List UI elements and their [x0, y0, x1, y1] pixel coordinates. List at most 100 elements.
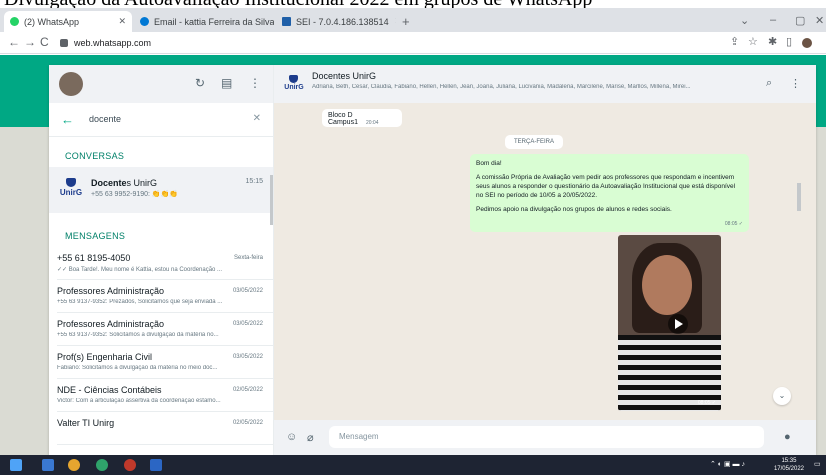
message-input[interactable]: Mensagem — [329, 426, 764, 448]
incoming-message: Bloco D Campus1 20:04 — [322, 109, 402, 127]
outlook-icon — [140, 17, 149, 26]
taskbar-clock[interactable]: 15:35 17/05/2022 — [774, 457, 804, 473]
message-preview: Victor: Com a articulação assertiva da c… — [57, 398, 221, 404]
message-preview: +55 63 9137-9352: Solicitamos a divulgaç… — [57, 332, 219, 338]
tab-email[interactable]: Email - kattia Ferreira da Silva - ... ✕ — [134, 11, 274, 32]
message-chat-name: Professores Administração — [57, 286, 165, 296]
chat-header[interactable]: UnirG Docentes UnirG Adriana, Beth, Cesa… — [274, 65, 816, 103]
edge-icon[interactable] — [96, 459, 108, 471]
message-time: 03/05/2022 — [232, 288, 263, 294]
lock-icon — [60, 39, 68, 47]
group-logo: UnirG — [284, 73, 304, 95]
figure-caption: Divulgação da Autoavaliação Instituciona… — [0, 0, 826, 8]
forward-arrow-icon[interactable]: → — [24, 35, 36, 49]
microphone-icon[interactable]: ● — [784, 431, 791, 443]
day-separator: TERÇA-FEIRA — [505, 135, 563, 149]
menu-dots-icon[interactable]: ⋮ — [790, 77, 801, 90]
group-logo: UnirG — [59, 178, 83, 200]
clock-time: 15:35 — [781, 458, 797, 464]
conversation-docentes-unirg[interactable]: UnirG Docentes UnirG 15:15 +55 63 9952-9… — [49, 167, 273, 213]
message-time: 03/05/2022 — [232, 354, 263, 360]
taskview-icon[interactable] — [42, 459, 54, 471]
tab-sei[interactable]: SEI - 7.0.4.186.138514 ✕ — [276, 11, 396, 32]
section-conversas: CONVERSAS — [65, 151, 125, 161]
message-time: Sexta-feira — [233, 255, 263, 261]
star-icon[interactable]: ☆ — [748, 35, 758, 48]
windows-taskbar: ⌃ ◐ ▣ ▬ ♪ 15:35 17/05/2022 ▭ — [0, 455, 826, 475]
close-window-button[interactable]: ✕ — [815, 14, 824, 27]
whatsapp-background: ↻ ▤ ⋮ ← docente ✕ CONVERSAS UnirG Docent… — [0, 55, 826, 455]
message-time: 20:04 — [365, 120, 379, 126]
sidebar-scrollbar[interactable] — [270, 175, 273, 225]
list-item[interactable]: NDE - Ciências Contábeis 02/05/2022 Vict… — [57, 379, 273, 412]
url-field[interactable]: web.whatsapp.com — [60, 35, 720, 51]
url-text: web.whatsapp.com — [74, 38, 152, 48]
clear-search-icon[interactable]: ✕ — [253, 113, 261, 124]
app-icon[interactable] — [124, 459, 136, 471]
close-tab-icon[interactable]: ✕ — [389, 16, 396, 27]
windows-start-icon[interactable] — [10, 459, 22, 471]
whatsapp-app: ↻ ▤ ⋮ ← docente ✕ CONVERSAS UnirG Docent… — [49, 65, 816, 455]
message-chat-name: +55 61 8195-4050 — [57, 253, 131, 263]
message-preview: ✓✓ Boa Tarde!. Meu nome é Kattia, estou … — [57, 267, 223, 273]
list-item[interactable]: Prof(s) Engenharia Civil 03/05/2022 Fabi… — [57, 346, 273, 379]
notification-icon[interactable]: ▭ — [814, 460, 821, 468]
tray-icons[interactable]: ⌃ ◐ ▣ ▬ ♪ — [710, 460, 745, 468]
share-icon[interactable]: ⇪ — [730, 35, 739, 48]
chevron-down-icon[interactable]: ⌄ — [740, 14, 749, 27]
reload-icon[interactable]: C — [40, 35, 49, 49]
message-chat-name: Professores Administração — [57, 319, 165, 329]
section-mensagens: MENSAGENS — [65, 231, 126, 241]
emoji-icon[interactable]: ☺ — [286, 431, 297, 443]
video-message[interactable]: 08:05 ✓ — [618, 235, 721, 411]
play-icon[interactable] — [668, 314, 688, 334]
message-time: 02/05/2022 — [232, 420, 263, 426]
explorer-icon[interactable] — [150, 459, 162, 471]
status-icon[interactable]: ↻ — [195, 76, 205, 90]
sidebar-header: ↻ ▤ ⋮ — [49, 65, 273, 103]
extensions-icon[interactable]: ✱ — [768, 35, 777, 48]
conversation-time: 15:15 — [245, 178, 263, 185]
whatsapp-icon — [10, 17, 19, 26]
back-arrow-icon[interactable]: ← — [8, 35, 20, 49]
new-chat-icon[interactable]: ▤ — [221, 76, 232, 90]
back-arrow-icon[interactable]: ← — [61, 112, 74, 127]
chat-scrollbar[interactable] — [797, 183, 801, 211]
chat-members: Adriana, Beth, Cesar, Claudia, Fabiano, … — [312, 84, 691, 90]
search-icon[interactable]: ⌕ — [766, 77, 772, 90]
sei-icon — [282, 17, 291, 26]
chat-panel: UnirG Docentes UnirG Adriana, Beth, Cesa… — [274, 65, 816, 455]
minimize-button[interactable]: – — [770, 14, 776, 26]
list-item[interactable]: Professores Administração 03/05/2022 +55… — [57, 280, 273, 313]
message-preview: +55 63 9137-9352: Prezados, Solicitamos … — [57, 299, 223, 305]
list-item[interactable]: +55 61 8195-4050 Sexta-feira ✓✓ Boa Tard… — [57, 247, 273, 280]
attach-icon[interactable]: ⌀ — [307, 431, 314, 444]
message-text: Bloco D Campus1 — [328, 112, 358, 126]
message-time: 08:05 ✓ — [724, 221, 743, 227]
my-avatar[interactable] — [59, 72, 83, 96]
message-greeting: Bom dia! — [476, 160, 502, 167]
video-thumbnail-face — [642, 255, 692, 315]
maximize-button[interactable]: ▢ — [795, 14, 805, 27]
message-composer: ☺ ⌀ Mensagem ● — [274, 420, 816, 455]
new-tab-button[interactable]: + — [402, 14, 410, 29]
sidebar-icon[interactable]: ▯ — [786, 35, 792, 48]
search-bar[interactable]: ← docente ✕ — [49, 103, 273, 137]
menu-dots-icon[interactable]: ⋮ — [249, 76, 261, 90]
message-chat-name: Prof(s) Engenharia Civil — [57, 352, 153, 362]
message-preview: Fabiano: Solicitamos a divulgação da mat… — [57, 365, 218, 371]
list-item[interactable]: Valter TI Unirg 02/05/2022 — [57, 412, 273, 445]
tab-whatsapp[interactable]: (2) WhatsApp ✕ — [4, 11, 132, 32]
chrome-icon[interactable] — [68, 459, 80, 471]
message-body: A comissão Própria de Avaliação vem pedi… — [476, 174, 736, 199]
search-input[interactable]: docente — [89, 114, 121, 124]
message-chat-name: Valter TI Unirg — [57, 418, 115, 428]
list-item[interactable]: Professores Administração 03/05/2022 +55… — [57, 313, 273, 346]
message-time: 03/05/2022 — [232, 321, 263, 327]
outgoing-message: Bom dia! A comissão Própria de Avaliação… — [470, 154, 749, 232]
message-closing: Pedimos apoio na divulgação nos grupos d… — [476, 206, 672, 213]
close-tab-icon[interactable]: ✕ — [112, 16, 126, 27]
conversation-name: Docentes UnirG — [91, 178, 158, 188]
scroll-down-button[interactable]: ⌄ — [773, 387, 791, 405]
profile-avatar[interactable] — [802, 38, 812, 48]
